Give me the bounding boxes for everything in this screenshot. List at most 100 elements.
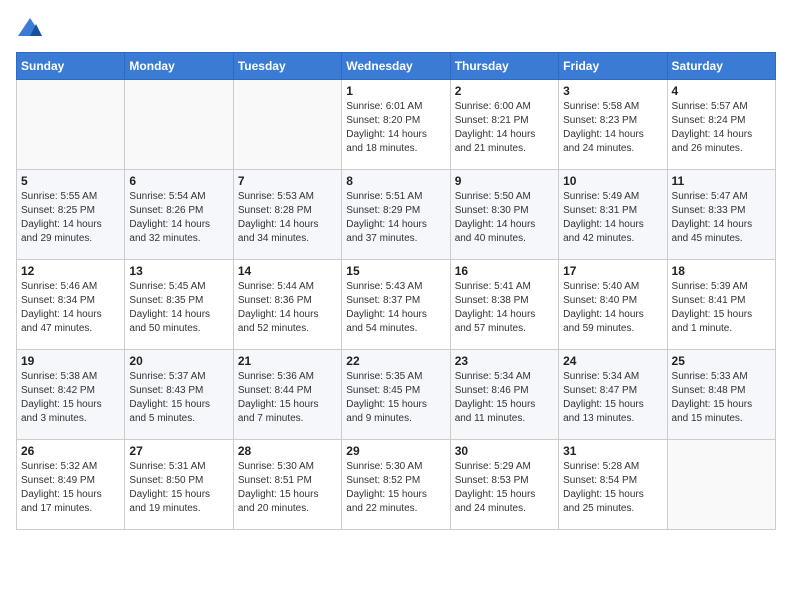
column-header-wednesday: Wednesday <box>342 53 450 80</box>
day-number: 13 <box>129 264 228 278</box>
calendar-cell: 16Sunrise: 5:41 AMSunset: 8:38 PMDayligh… <box>450 260 558 350</box>
day-info: Sunrise: 5:33 AMSunset: 8:48 PMDaylight:… <box>672 370 771 426</box>
day-number: 9 <box>455 174 554 188</box>
calendar-header-row: SundayMondayTuesdayWednesdayThursdayFrid… <box>17 53 776 80</box>
day-number: 15 <box>346 264 445 278</box>
calendar-cell: 9 Sunrise: 5:50 AMSunset: 8:30 PMDaylight… <box>450 170 558 260</box>
day-number: 6 <box>129 174 228 188</box>
calendar-cell: 6 Sunrise: 5:54 AMSunset: 8:26 PMDaylight… <box>125 170 233 260</box>
day-info: Sunrise: 5:28 AMSunset: 8:54 PMDaylight:… <box>563 460 662 516</box>
calendar-cell: 26 Sunrise: 5:32 AMSunset: 8:49 PMDayligh… <box>17 440 125 530</box>
calendar-cell: 2Sunrise: 6:00 AMSunset: 8:21 PMDaylight… <box>450 80 558 170</box>
calendar-cell: 31Sunrise: 5:28 AMSunset: 8:54 PMDayligh… <box>559 440 667 530</box>
day-number: 22 <box>346 354 445 368</box>
column-header-saturday: Saturday <box>667 53 775 80</box>
day-info: Sunrise: 5:55 AMSunset: 8:25 PMDaylight:… <box>21 190 120 246</box>
day-number: 10 <box>563 174 662 188</box>
calendar-week-row: 26 Sunrise: 5:32 AMSunset: 8:49 PMDayligh… <box>17 440 776 530</box>
logo-icon <box>16 16 44 40</box>
calendar-cell: 10Sunrise: 5:49 AMSunset: 8:31 PMDayligh… <box>559 170 667 260</box>
day-number: 14 <box>238 264 337 278</box>
day-info: Sunrise: 5:51 AMSunset: 8:29 PMDaylight:… <box>346 190 445 246</box>
day-number: 17 <box>563 264 662 278</box>
day-info: Sunrise: 5:32 AMSunset: 8:49 PMDaylight:… <box>21 460 120 516</box>
day-number: 18 <box>672 264 771 278</box>
day-number: 19 <box>21 354 120 368</box>
day-number: 29 <box>346 444 445 458</box>
day-info: Sunrise: 5:54 AMSunset: 8:26 PMDaylight:… <box>129 190 228 246</box>
day-info: Sunrise: 5:43 AMSunset: 8:37 PMDaylight:… <box>346 280 445 336</box>
day-number: 27 <box>129 444 228 458</box>
day-number: 1 <box>346 84 445 98</box>
calendar-cell <box>17 80 125 170</box>
calendar-cell: 5 Sunrise: 5:55 AMSunset: 8:25 PMDaylight… <box>17 170 125 260</box>
day-number: 7 <box>238 174 337 188</box>
day-info: Sunrise: 5:30 AMSunset: 8:51 PMDaylight:… <box>238 460 337 516</box>
calendar-cell: 1Sunrise: 6:01 AMSunset: 8:20 PMDaylight… <box>342 80 450 170</box>
calendar-cell <box>125 80 233 170</box>
calendar-cell <box>667 440 775 530</box>
calendar-week-row: 1Sunrise: 6:01 AMSunset: 8:20 PMDaylight… <box>17 80 776 170</box>
column-header-tuesday: Tuesday <box>233 53 341 80</box>
calendar-cell: 11 Sunrise: 5:47 AMSunset: 8:33 PMDayligh… <box>667 170 775 260</box>
calendar-table: SundayMondayTuesdayWednesdayThursdayFrid… <box>16 52 776 530</box>
calendar-cell: 19 Sunrise: 5:38 AMSunset: 8:42 PMDayligh… <box>17 350 125 440</box>
day-info: Sunrise: 5:29 AMSunset: 8:53 PMDaylight:… <box>455 460 554 516</box>
calendar-cell: 24 Sunrise: 5:34 AMSunset: 8:47 PMDayligh… <box>559 350 667 440</box>
calendar-cell: 25 Sunrise: 5:33 AMSunset: 8:48 PMDayligh… <box>667 350 775 440</box>
day-number: 12 <box>21 264 120 278</box>
day-info: Sunrise: 5:39 AMSunset: 8:41 PMDaylight:… <box>672 280 771 336</box>
calendar-cell: 29 Sunrise: 5:30 AMSunset: 8:52 PMDayligh… <box>342 440 450 530</box>
day-number: 20 <box>129 354 228 368</box>
day-info: Sunrise: 5:58 AMSunset: 8:23 PMDaylight:… <box>563 100 662 156</box>
day-info: Sunrise: 5:34 AMSunset: 8:46 PMDaylight:… <box>455 370 554 426</box>
day-info: Sunrise: 5:37 AMSunset: 8:43 PMDaylight:… <box>129 370 228 426</box>
day-info: Sunrise: 5:30 AMSunset: 8:52 PMDaylight:… <box>346 460 445 516</box>
day-info: Sunrise: 5:44 AMSunset: 8:36 PMDaylight:… <box>238 280 337 336</box>
calendar-cell: 22 Sunrise: 5:35 AMSunset: 8:45 PMDayligh… <box>342 350 450 440</box>
day-number: 11 <box>672 174 771 188</box>
day-info: Sunrise: 5:45 AMSunset: 8:35 PMDaylight:… <box>129 280 228 336</box>
calendar-cell: 13 Sunrise: 5:45 AMSunset: 8:35 PMDayligh… <box>125 260 233 350</box>
day-info: Sunrise: 5:53 AMSunset: 8:28 PMDaylight:… <box>238 190 337 246</box>
calendar-cell: 30 Sunrise: 5:29 AMSunset: 8:53 PMDayligh… <box>450 440 558 530</box>
calendar-cell: 28 Sunrise: 5:30 AMSunset: 8:51 PMDayligh… <box>233 440 341 530</box>
calendar-cell: 12 Sunrise: 5:46 AMSunset: 8:34 PMDayligh… <box>17 260 125 350</box>
column-header-thursday: Thursday <box>450 53 558 80</box>
day-info: Sunrise: 5:36 AMSunset: 8:44 PMDaylight:… <box>238 370 337 426</box>
day-info: Sunrise: 5:34 AMSunset: 8:47 PMDaylight:… <box>563 370 662 426</box>
day-info: Sunrise: 5:40 AMSunset: 8:40 PMDaylight:… <box>563 280 662 336</box>
day-info: Sunrise: 6:00 AMSunset: 8:21 PMDaylight:… <box>455 100 554 156</box>
logo <box>16 16 48 40</box>
column-header-monday: Monday <box>125 53 233 80</box>
column-header-friday: Friday <box>559 53 667 80</box>
calendar-cell: 21Sunrise: 5:36 AMSunset: 8:44 PMDayligh… <box>233 350 341 440</box>
calendar-cell: 17 Sunrise: 5:40 AMSunset: 8:40 PMDayligh… <box>559 260 667 350</box>
calendar-cell: 27Sunrise: 5:31 AMSunset: 8:50 PMDayligh… <box>125 440 233 530</box>
day-info: Sunrise: 5:35 AMSunset: 8:45 PMDaylight:… <box>346 370 445 426</box>
day-info: Sunrise: 5:38 AMSunset: 8:42 PMDaylight:… <box>21 370 120 426</box>
day-number: 24 <box>563 354 662 368</box>
day-number: 30 <box>455 444 554 458</box>
day-number: 28 <box>238 444 337 458</box>
calendar-week-row: 12 Sunrise: 5:46 AMSunset: 8:34 PMDayligh… <box>17 260 776 350</box>
calendar-cell: 4Sunrise: 5:57 AMSunset: 8:24 PMDaylight… <box>667 80 775 170</box>
day-info: Sunrise: 5:47 AMSunset: 8:33 PMDaylight:… <box>672 190 771 246</box>
calendar-cell: 3 Sunrise: 5:58 AMSunset: 8:23 PMDaylight… <box>559 80 667 170</box>
day-number: 5 <box>21 174 120 188</box>
day-number: 26 <box>21 444 120 458</box>
day-number: 3 <box>563 84 662 98</box>
calendar-cell: 7 Sunrise: 5:53 AMSunset: 8:28 PMDaylight… <box>233 170 341 260</box>
calendar-week-row: 5 Sunrise: 5:55 AMSunset: 8:25 PMDaylight… <box>17 170 776 260</box>
day-number: 25 <box>672 354 771 368</box>
calendar-cell: 23 Sunrise: 5:34 AMSunset: 8:46 PMDayligh… <box>450 350 558 440</box>
calendar-cell: 18 Sunrise: 5:39 AMSunset: 8:41 PMDayligh… <box>667 260 775 350</box>
calendar-week-row: 19 Sunrise: 5:38 AMSunset: 8:42 PMDayligh… <box>17 350 776 440</box>
calendar-cell: 20 Sunrise: 5:37 AMSunset: 8:43 PMDayligh… <box>125 350 233 440</box>
calendar-cell <box>233 80 341 170</box>
day-number: 23 <box>455 354 554 368</box>
day-info: Sunrise: 5:46 AMSunset: 8:34 PMDaylight:… <box>21 280 120 336</box>
page-header <box>16 16 776 40</box>
day-info: Sunrise: 5:50 AMSunset: 8:30 PMDaylight:… <box>455 190 554 246</box>
calendar-cell: 15 Sunrise: 5:43 AMSunset: 8:37 PMDayligh… <box>342 260 450 350</box>
